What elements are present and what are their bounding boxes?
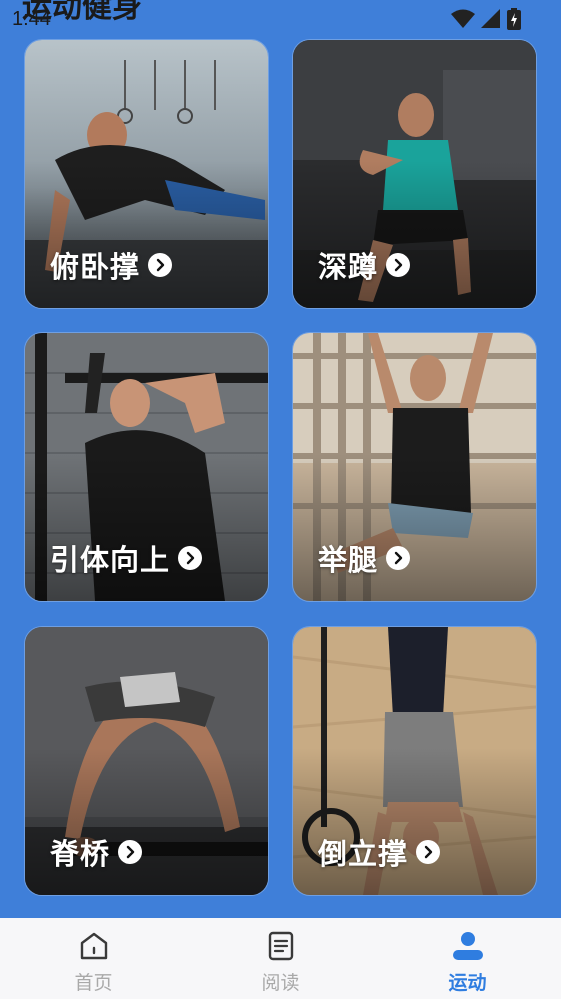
- document-icon: [268, 931, 293, 961]
- exercise-card-handstand[interactable]: 倒立撑: [292, 626, 537, 896]
- exercise-card-pullup[interactable]: 引体向上: [24, 332, 269, 602]
- tab-home-label: 首页: [74, 972, 113, 994]
- chevron-right-circle-icon: [148, 253, 173, 277]
- card-label-row: 脊桥: [50, 831, 143, 873]
- exercise-card-bridge[interactable]: 脊桥: [24, 626, 269, 896]
- card-label-row: 引体向上: [50, 537, 203, 579]
- chevron-right-circle-icon: [386, 253, 411, 277]
- tab-home[interactable]: 首页: [0, 918, 187, 999]
- exercise-label: 倒立撑: [318, 837, 409, 871]
- status-bar: 运动健身 1:44: [0, 0, 561, 34]
- wifi-icon: [451, 9, 475, 28]
- chevron-right-circle-icon: [416, 840, 441, 864]
- exercise-label: 举腿: [318, 543, 379, 577]
- chevron-right-circle-icon: [178, 546, 203, 570]
- card-label-row: 倒立撑: [318, 831, 441, 873]
- chevron-right-circle-icon: [118, 840, 143, 864]
- exercise-card-pushup[interactable]: 俯卧撑: [24, 39, 269, 309]
- home-icon: [80, 932, 107, 960]
- exercise-label: 引体向上: [50, 543, 171, 577]
- exercise-card-squat[interactable]: 深蹲: [292, 39, 537, 309]
- exercise-label: 脊桥: [50, 837, 111, 871]
- signal-icon: [481, 9, 500, 28]
- card-label-row: 俯卧撑: [50, 244, 173, 286]
- exercise-card-leg-raise[interactable]: 举腿: [292, 332, 537, 602]
- card-label-row: 深蹲: [318, 244, 411, 286]
- tab-sports-label: 运动: [448, 972, 487, 994]
- status-time: 1:44: [12, 8, 51, 30]
- battery-charging-icon: [507, 8, 521, 30]
- exercise-label: 俯卧撑: [50, 250, 141, 284]
- bottom-tabbar: 首页 阅读 运动: [0, 918, 561, 999]
- exercise-label: 深蹲: [318, 250, 379, 284]
- tab-sports[interactable]: 运动: [374, 918, 561, 999]
- tab-reading[interactable]: 阅读: [187, 918, 374, 999]
- tab-reading-label: 阅读: [261, 972, 300, 994]
- card-label-row: 举腿: [318, 537, 411, 579]
- status-icons: [451, 8, 521, 30]
- person-icon: [452, 932, 483, 960]
- chevron-right-circle-icon: [386, 546, 411, 570]
